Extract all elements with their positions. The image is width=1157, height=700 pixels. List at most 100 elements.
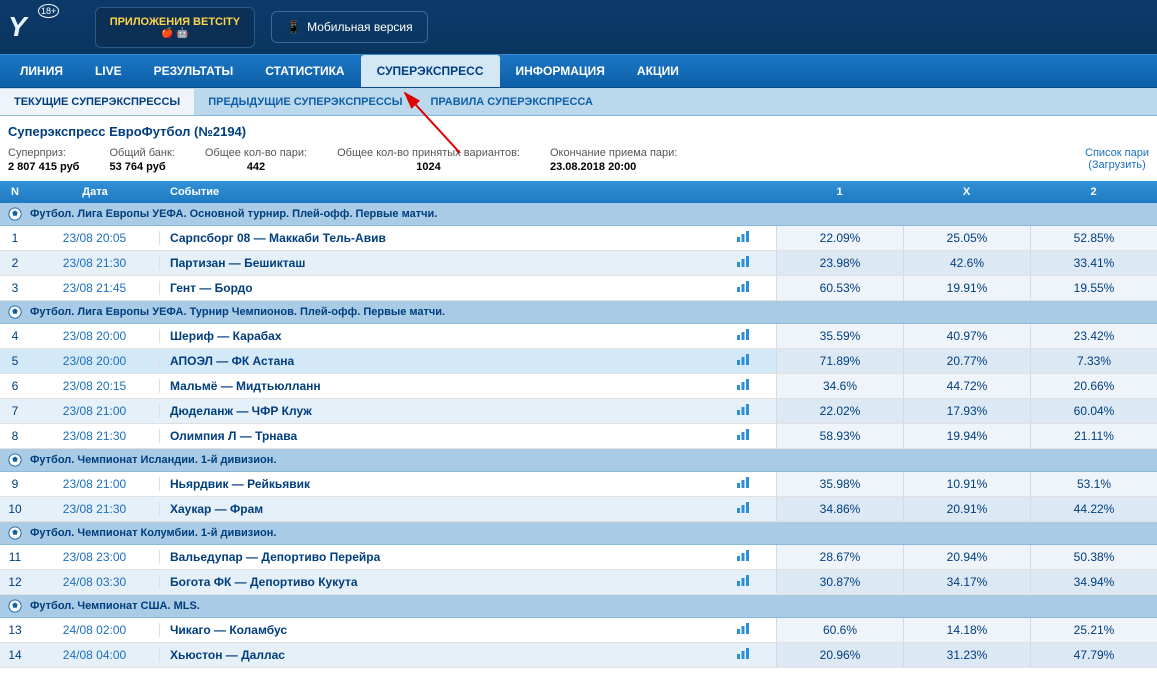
header-2[interactable]: 2 <box>1030 186 1157 198</box>
cell-date[interactable]: 24/08 04:00 <box>30 648 160 662</box>
header-1[interactable]: 1 <box>776 186 903 198</box>
cell-odds-2[interactable]: 23.42% <box>1030 324 1157 348</box>
cell-odds-x[interactable]: 20.77% <box>903 349 1030 373</box>
download-link[interactable]: (Загрузить) <box>1085 159 1149 171</box>
cell-date[interactable]: 23/08 20:15 <box>30 379 160 393</box>
cell-date[interactable]: 23/08 21:00 <box>30 404 160 418</box>
cell-odds-x[interactable]: 19.91% <box>903 276 1030 300</box>
group-header[interactable]: Футбол. Чемпионат США. MLS. <box>0 595 1157 618</box>
cell-date[interactable]: 23/08 21:45 <box>30 281 160 295</box>
cell-event[interactable]: Чикаго — Коламбус <box>160 623 736 637</box>
nav-item-линия[interactable]: ЛИНИЯ <box>4 55 79 87</box>
cell-odds-1[interactable]: 34.86% <box>776 497 903 521</box>
cell-event[interactable]: Олимпия Л — Трнава <box>160 429 736 443</box>
cell-event[interactable]: Сарпсборг 08 — Маккаби Тель-Авив <box>160 231 736 245</box>
cell-odds-2[interactable]: 7.33% <box>1030 349 1157 373</box>
stats-icon[interactable] <box>736 356 750 368</box>
cell-odds-1[interactable]: 34.6% <box>776 374 903 398</box>
cell-odds-1[interactable]: 30.87% <box>776 570 903 594</box>
stats-icon[interactable] <box>736 479 750 491</box>
cell-event[interactable]: Богота ФК — Депортиво Кукута <box>160 575 736 589</box>
nav-item-суперэкспресс[interactable]: СУПЕРЭКСПРЕСС <box>361 55 500 87</box>
cell-event[interactable]: Шериф — Карабах <box>160 329 736 343</box>
bets-list-link[interactable]: Список пари <box>1085 147 1149 159</box>
stats-icon[interactable] <box>736 625 750 637</box>
cell-date[interactable]: 24/08 03:30 <box>30 575 160 589</box>
cell-odds-1[interactable]: 35.98% <box>776 472 903 496</box>
cell-odds-x[interactable]: 25.05% <box>903 226 1030 250</box>
cell-event[interactable]: Гент — Бордо <box>160 281 736 295</box>
cell-odds-1[interactable]: 23.98% <box>776 251 903 275</box>
cell-odds-x[interactable]: 34.17% <box>903 570 1030 594</box>
cell-date[interactable]: 23/08 21:30 <box>30 256 160 270</box>
stats-icon[interactable] <box>736 331 750 343</box>
group-header[interactable]: Футбол. Лига Европы УЕФА. Основной турни… <box>0 203 1157 226</box>
stats-icon[interactable] <box>736 552 750 564</box>
stats-icon[interactable] <box>736 233 750 245</box>
nav-item-акции[interactable]: АКЦИИ <box>621 55 695 87</box>
cell-odds-2[interactable]: 47.79% <box>1030 643 1157 667</box>
stats-icon[interactable] <box>736 258 750 270</box>
cell-event[interactable]: Ньярдвик — Рейкьявик <box>160 477 736 491</box>
cell-odds-x[interactable]: 42.6% <box>903 251 1030 275</box>
header-x[interactable]: X <box>903 186 1030 198</box>
cell-date[interactable]: 23/08 21:30 <box>30 502 160 516</box>
cell-date[interactable]: 23/08 23:00 <box>30 550 160 564</box>
cell-odds-2[interactable]: 53.1% <box>1030 472 1157 496</box>
apps-button[interactable]: ПРИЛОЖЕНИЯ BETCITY 🍎 🤖 <box>95 7 255 48</box>
cell-date[interactable]: 23/08 20:00 <box>30 329 160 343</box>
stats-icon[interactable] <box>736 577 750 589</box>
group-header[interactable]: Футбол. Чемпионат Исландии. 1-й дивизион… <box>0 449 1157 472</box>
cell-odds-2[interactable]: 34.94% <box>1030 570 1157 594</box>
sub-tab-0[interactable]: ТЕКУЩИЕ СУПЕРЭКСПРЕССЫ <box>0 89 194 115</box>
cell-odds-2[interactable]: 50.38% <box>1030 545 1157 569</box>
cell-odds-1[interactable]: 35.59% <box>776 324 903 348</box>
cell-odds-x[interactable]: 44.72% <box>903 374 1030 398</box>
cell-date[interactable]: 23/08 20:00 <box>30 354 160 368</box>
sub-tab-1[interactable]: ПРЕДЫДУЩИЕ СУПЕРЭКСПРЕССЫ <box>194 89 416 115</box>
cell-odds-2[interactable]: 33.41% <box>1030 251 1157 275</box>
cell-odds-x[interactable]: 40.97% <box>903 324 1030 348</box>
cell-odds-x[interactable]: 31.23% <box>903 643 1030 667</box>
cell-odds-x[interactable]: 17.93% <box>903 399 1030 423</box>
cell-odds-1[interactable]: 20.96% <box>776 643 903 667</box>
cell-odds-2[interactable]: 52.85% <box>1030 226 1157 250</box>
cell-date[interactable]: 24/08 02:00 <box>30 623 160 637</box>
cell-odds-1[interactable]: 22.09% <box>776 226 903 250</box>
mobile-version-button[interactable]: 📱 Мобильная версия <box>271 11 428 43</box>
cell-odds-2[interactable]: 60.04% <box>1030 399 1157 423</box>
cell-event[interactable]: Дюделанж — ЧФР Клуж <box>160 404 736 418</box>
stats-icon[interactable] <box>736 406 750 418</box>
cell-event[interactable]: Партизан — Бешикташ <box>160 256 736 270</box>
cell-date[interactable]: 23/08 21:30 <box>30 429 160 443</box>
stats-icon[interactable] <box>736 504 750 516</box>
cell-odds-1[interactable]: 22.02% <box>776 399 903 423</box>
cell-odds-2[interactable]: 21.11% <box>1030 424 1157 448</box>
cell-date[interactable]: 23/08 21:00 <box>30 477 160 491</box>
group-header[interactable]: Футбол. Чемпионат Колумбии. 1-й дивизион… <box>0 522 1157 545</box>
cell-event[interactable]: Мальмё — Мидтьюлланн <box>160 379 736 393</box>
cell-odds-2[interactable]: 20.66% <box>1030 374 1157 398</box>
stats-icon[interactable] <box>736 381 750 393</box>
nav-item-live[interactable]: LIVE <box>79 55 138 87</box>
sub-tab-2[interactable]: ПРАВИЛА СУПЕРЭКСПРЕССА <box>417 89 608 115</box>
cell-odds-1[interactable]: 58.93% <box>776 424 903 448</box>
cell-odds-x[interactable]: 20.91% <box>903 497 1030 521</box>
cell-odds-2[interactable]: 25.21% <box>1030 618 1157 642</box>
cell-event[interactable]: Хаукар — Фрам <box>160 502 736 516</box>
cell-odds-1[interactable]: 28.67% <box>776 545 903 569</box>
cell-odds-2[interactable]: 19.55% <box>1030 276 1157 300</box>
cell-event[interactable]: Хьюстон — Даллас <box>160 648 736 662</box>
cell-odds-2[interactable]: 44.22% <box>1030 497 1157 521</box>
nav-item-статистика[interactable]: СТАТИСТИКА <box>249 55 360 87</box>
cell-odds-x[interactable]: 10.91% <box>903 472 1030 496</box>
stats-icon[interactable] <box>736 650 750 662</box>
nav-item-результаты[interactable]: РЕЗУЛЬТАТЫ <box>138 55 250 87</box>
group-header[interactable]: Футбол. Лига Европы УЕФА. Турнир Чемпион… <box>0 301 1157 324</box>
cell-odds-1[interactable]: 60.53% <box>776 276 903 300</box>
cell-odds-1[interactable]: 60.6% <box>776 618 903 642</box>
stats-icon[interactable] <box>736 431 750 443</box>
cell-event[interactable]: Вальедупар — Депортиво Перейра <box>160 550 736 564</box>
cell-event[interactable]: АПОЭЛ — ФК Астана <box>160 354 736 368</box>
cell-odds-x[interactable]: 20.94% <box>903 545 1030 569</box>
